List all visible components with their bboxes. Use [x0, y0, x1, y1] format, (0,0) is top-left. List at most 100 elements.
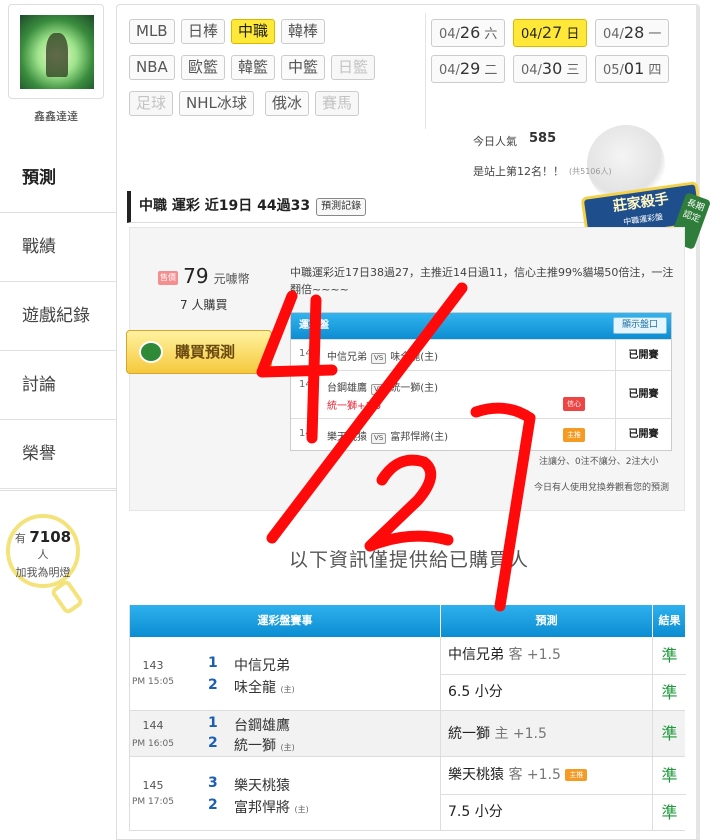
- team-name: 富邦悍將: [234, 800, 290, 816]
- game-time: PM 17:05: [132, 797, 174, 807]
- vertical-divider: [425, 13, 426, 129]
- pick-text: 樂天桃猿: [448, 767, 504, 783]
- sidebar-nav: 預測 戰績 遊戲紀錄 討論 榮譽: [0, 144, 118, 489]
- record-button[interactable]: 預測記錄: [316, 198, 367, 216]
- team-number: 2: [208, 797, 218, 813]
- sidebar-item-honor[interactable]: 榮譽: [0, 420, 118, 489]
- team-name-home: 統一獅 (主): [234, 735, 295, 755]
- team-name-home: 味全龍 (主): [234, 677, 295, 697]
- team-name: 台鋼雄鷹: [234, 718, 290, 734]
- status-badge: 已開賽: [615, 371, 671, 418]
- date-weekday: 日: [566, 27, 580, 42]
- away-team: 中信兄弟: [327, 352, 367, 363]
- date-0428[interactable]: 04/28 一: [595, 19, 670, 47]
- league-tag-khl[interactable]: 俄冰: [265, 91, 310, 116]
- pick-handicap: 客 +1.5: [508, 647, 561, 663]
- pick-text: 6.5 小分: [448, 684, 503, 700]
- team-number: 1: [208, 715, 218, 731]
- matchup: 台鋼雄鷹 VS 統一獅(主): [327, 379, 438, 395]
- game-number: 145: [142, 779, 164, 792]
- popularity-count: 585: [529, 131, 557, 146]
- fans-prefix: 有: [14, 532, 26, 545]
- header-match: 運彩盤賽事: [257, 614, 313, 627]
- sidebar-item-record[interactable]: 戰績: [0, 213, 118, 282]
- lightbulb-icon[interactable]: 有 7108 人 加我為明燈: [6, 514, 80, 588]
- date-0430[interactable]: 04/30 三: [513, 55, 588, 83]
- team-name: 統一獅: [234, 738, 276, 754]
- league-tag-kr-baseball[interactable]: 韓棒: [281, 19, 326, 44]
- league-tag-jp-baseball[interactable]: 日棒: [181, 19, 226, 44]
- main-pick-tag: 主推: [565, 769, 588, 781]
- pick-handicap: 客 +1.5: [508, 767, 561, 783]
- league-tag-cpbl[interactable]: 中職: [231, 19, 276, 44]
- vs-icon: VS: [371, 353, 387, 364]
- prediction-box: 售價 79 元噱幣 7 人購買 購買預測 中職運彩近17日38過27，主推近14…: [126, 227, 685, 511]
- fans-suffix: 人: [37, 548, 49, 561]
- league-tag-kr-basketball[interactable]: 韓籃: [231, 55, 276, 80]
- team-number: 3: [208, 775, 218, 791]
- matchup: 中信兄弟 VS 味全龍(主): [327, 348, 438, 364]
- header-pick: 預測: [440, 605, 652, 637]
- game-number: 145: [299, 428, 319, 439]
- league-tag-nhl[interactable]: NHL冰球: [179, 91, 254, 116]
- date-month: 05/: [603, 63, 624, 78]
- main-panel: MLB 日棒 中職 韓棒 NBA 歐籃 韓籃 中籃 日籃 足球 NHL冰球 俄冰…: [116, 4, 712, 840]
- pick-text: 7.5 小分: [448, 804, 503, 820]
- sidebar-item-prediction[interactable]: 預測: [0, 144, 118, 213]
- date-weekday: 六: [484, 27, 498, 42]
- league-tag-soccer[interactable]: 足球: [129, 91, 174, 116]
- date-day-number: 28: [623, 23, 645, 42]
- date-day-number: 27: [541, 23, 563, 42]
- legend-text: 注讓分、0注不讓分、2注大小: [539, 457, 659, 467]
- game-time: PM 15:05: [132, 677, 174, 687]
- result-mark: 準: [652, 757, 686, 794]
- date-0426[interactable]: 04/26 六: [431, 19, 506, 47]
- lottery-table-title: 運彩盤: [299, 320, 329, 331]
- price-row: 售價 79 元噱幣: [158, 264, 250, 288]
- lottery-table: 運彩盤 顯示盤口 143 中信兄弟 VS 味全龍(主) 已開賽 144 台鋼雄鷹 VS…: [290, 312, 672, 451]
- buy-button-label: 購買預測: [175, 343, 236, 361]
- popularity-label: 今日人氣: [473, 135, 517, 148]
- result-mark: 準: [652, 674, 686, 711]
- home-mark: (主): [280, 743, 295, 752]
- date-month: 04/: [521, 63, 542, 78]
- date-0501[interactable]: 05/01 四: [595, 55, 670, 83]
- fans-count: 有 7108 人: [10, 528, 76, 562]
- result-table-header: 運彩盤賽事 預測 結果: [130, 605, 685, 637]
- avatar[interactable]: [20, 15, 94, 89]
- result-mark: 準: [652, 637, 686, 674]
- hand-icon: [139, 341, 163, 363]
- league-tag-nba[interactable]: NBA: [129, 55, 175, 80]
- date-0429[interactable]: 04/29 二: [431, 55, 506, 83]
- date-weekday: 一: [648, 27, 662, 42]
- follow-label[interactable]: 加我為明燈: [10, 564, 76, 580]
- matchup: 樂天桃猿 VS 富邦悍將(主): [327, 428, 448, 444]
- date-0427[interactable]: 04/27 日: [513, 19, 588, 47]
- username[interactable]: 鑫鑫達達: [0, 108, 112, 124]
- result-table: 運彩盤賽事 預測 結果 143 PM 15:05 1 中信兄弟 2 味全龍 (主…: [129, 605, 686, 831]
- home-team: 統一獅(主): [390, 383, 439, 394]
- league-tag-tw-basketball[interactable]: 中籃: [281, 55, 326, 80]
- pick-text: 中信兄弟: [448, 647, 504, 663]
- profile-card[interactable]: [8, 4, 104, 99]
- date-month: 04/: [439, 27, 460, 42]
- vs-icon: VS: [371, 384, 387, 395]
- league-tag-eu-basketball[interactable]: 歐籃: [181, 55, 226, 80]
- confidence-tag: 信心: [563, 397, 585, 411]
- game-time: PM 16:05: [132, 739, 174, 749]
- show-odds-button[interactable]: 顯示盤口: [612, 317, 667, 334]
- buy-prediction-button[interactable]: 購買預測: [126, 330, 272, 374]
- team-name: 中信兄弟: [234, 658, 290, 674]
- league-tag-jp-basketball[interactable]: 日籃: [331, 55, 376, 80]
- table-row: 145 樂天桃猿 VS 富邦悍將(主) 主推 已開賽: [291, 418, 671, 450]
- sidebar-item-game-log[interactable]: 遊戲紀錄: [0, 282, 118, 351]
- date-day-number: 01: [623, 59, 645, 78]
- price-value: 79: [183, 264, 209, 288]
- sidebar-item-discussion[interactable]: 討論: [0, 351, 118, 420]
- league-tag-horse-racing[interactable]: 賽馬: [315, 91, 360, 116]
- league-tag-mlb[interactable]: MLB: [129, 19, 175, 44]
- pick-cell: 樂天桃猿 客 +1.5 主推: [440, 757, 652, 794]
- pick-cell: 6.5 小分: [440, 674, 652, 711]
- voucher-notice: 今日有人使用兌換券觀看您的預測: [534, 483, 670, 493]
- date-month: 04/: [521, 27, 542, 42]
